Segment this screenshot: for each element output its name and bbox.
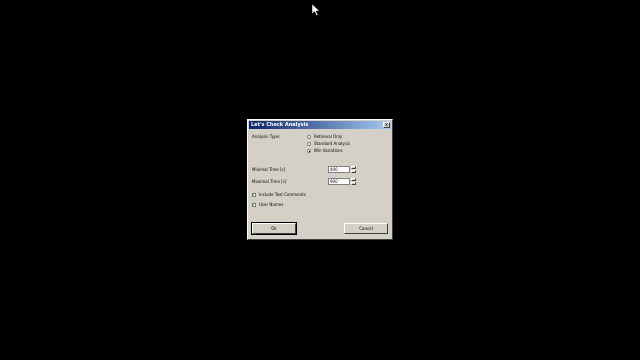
minimal-time-input[interactable]: 400 — [328, 166, 350, 173]
spin-up-icon[interactable] — [351, 178, 356, 181]
user-names-checkbox[interactable] — [252, 202, 256, 207]
lets-check-analysis-dialog: Let's Check Analysis x Analysis Type: Re… — [247, 119, 393, 240]
analysis-type-label: Analysis Type: — [252, 134, 281, 139]
include-text-comments-label[interactable]: Include Text Comments — [259, 192, 306, 197]
maximal-time-label: Maximal Time [s] — [252, 179, 287, 184]
dialog-title: Let's Check Analysis — [251, 122, 309, 128]
include-text-comments-checkbox[interactable] — [252, 192, 256, 197]
maximal-time-input[interactable]: 900 — [328, 178, 350, 185]
win-variations-label[interactable]: Win Variations — [314, 148, 343, 153]
minimal-time-label: Minimal Time [s] — [252, 167, 286, 172]
close-button[interactable]: x — [383, 122, 390, 128]
spin-down-icon[interactable] — [351, 170, 356, 173]
maximal-time-spinner[interactable] — [351, 178, 356, 185]
close-icon: x — [385, 122, 388, 128]
standard-analysis-label[interactable]: Standard Analysis — [314, 141, 350, 146]
user-names-label[interactable]: User Names — [259, 202, 283, 207]
mouse-cursor-icon — [312, 4, 320, 16]
standard-analysis-radio[interactable] — [307, 142, 311, 146]
retrieval-only-radio[interactable] — [307, 135, 311, 139]
cancel-button[interactable]: Cancel — [344, 223, 388, 234]
win-variations-radio[interactable] — [307, 149, 311, 153]
retrieval-only-label[interactable]: Retrieval Only — [314, 134, 342, 139]
spin-up-icon[interactable] — [351, 166, 356, 169]
dialog-titlebar[interactable]: Let's Check Analysis x — [249, 121, 391, 129]
spin-down-icon[interactable] — [351, 182, 356, 185]
ok-button[interactable]: Ok — [251, 222, 297, 235]
minimal-time-spinner[interactable] — [351, 166, 356, 173]
